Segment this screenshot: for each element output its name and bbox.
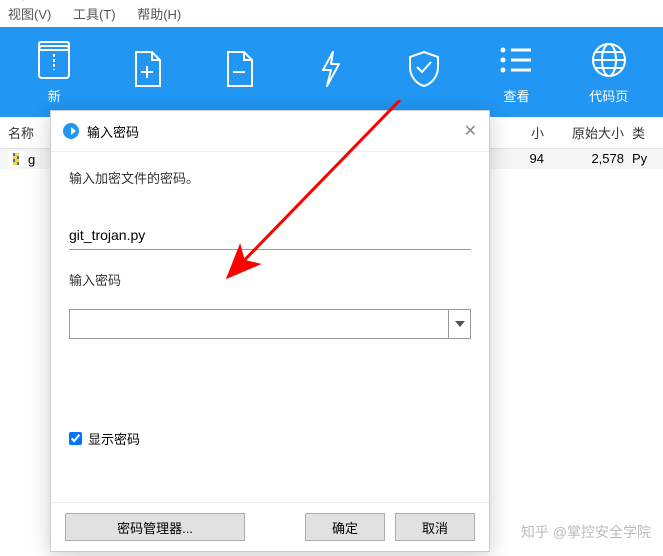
toolbar-view-label: 查看 (503, 86, 529, 105)
toolbar-codepage[interactable]: 代码页 (563, 32, 655, 113)
col-size[interactable]: 小 (504, 123, 544, 142)
password-manager-button[interactable]: 密码管理器... (65, 513, 245, 541)
separator (69, 249, 471, 250)
show-password-label: 显示密码 (88, 429, 140, 448)
globe-icon (589, 40, 629, 80)
dialog-instruction: 输入加密文件的密码。 (69, 168, 471, 187)
dialog-icon (63, 123, 79, 139)
cancel-button[interactable]: 取消 (395, 513, 475, 541)
show-password-checkbox[interactable] (69, 432, 82, 445)
col-type[interactable]: 类 (624, 123, 654, 142)
password-input[interactable] (70, 310, 448, 338)
password-label: 输入密码 (69, 270, 471, 289)
toolbar-view[interactable]: 查看 (470, 32, 562, 113)
file-type: Py (624, 151, 654, 167)
list-icon (496, 40, 536, 80)
toolbar-new-label: 新 (48, 86, 61, 105)
menubar: 视图(V) 工具(T) 帮助(H) (0, 0, 663, 27)
menu-help[interactable]: 帮助(H) (137, 7, 181, 22)
toolbar-codepage-label: 代码页 (589, 86, 628, 105)
toolbar: 新 查看 代码页 (0, 27, 663, 117)
file-original-size: 2,578 (544, 151, 624, 167)
shield-check-icon (404, 49, 444, 89)
watermark: 知乎 @掌控安全学院 (521, 522, 651, 542)
menu-view[interactable]: 视图(V) (8, 7, 51, 22)
ok-button[interactable]: 确定 (305, 513, 385, 541)
python-file-icon (8, 151, 24, 167)
show-password-check[interactable]: 显示密码 (69, 429, 471, 448)
file-minus-icon (219, 49, 259, 89)
toolbar-shield[interactable] (378, 41, 470, 103)
partial-text-top: ird) (8, 0, 27, 1)
dialog-title: 输入密码 (87, 122, 139, 141)
close-icon[interactable]: ✕ (464, 121, 477, 141)
dialog-titlebar: 输入密码 ✕ (51, 111, 489, 152)
file-plus-icon (127, 49, 167, 89)
file-size: 94 (504, 151, 544, 167)
chevron-down-icon (455, 321, 465, 327)
toolbar-remove[interactable] (193, 41, 285, 103)
dialog-filename: git_trojan.py (69, 227, 471, 243)
password-combo (69, 309, 471, 339)
archive-icon (34, 40, 74, 80)
col-original[interactable]: 原始大小 (544, 123, 624, 142)
password-dialog: 输入密码 ✕ 输入加密文件的密码。 git_trojan.py 输入密码 显示密… (50, 110, 490, 552)
bolt-icon (311, 49, 351, 89)
menu-tools[interactable]: 工具(T) (73, 7, 116, 22)
dialog-buttons: 密码管理器... 确定 取消 (51, 502, 489, 551)
toolbar-new[interactable]: 新 (8, 32, 100, 113)
dropdown-button[interactable] (448, 310, 470, 338)
file-name: g (28, 152, 35, 167)
toolbar-add[interactable] (100, 41, 192, 103)
toolbar-action[interactable] (285, 41, 377, 103)
